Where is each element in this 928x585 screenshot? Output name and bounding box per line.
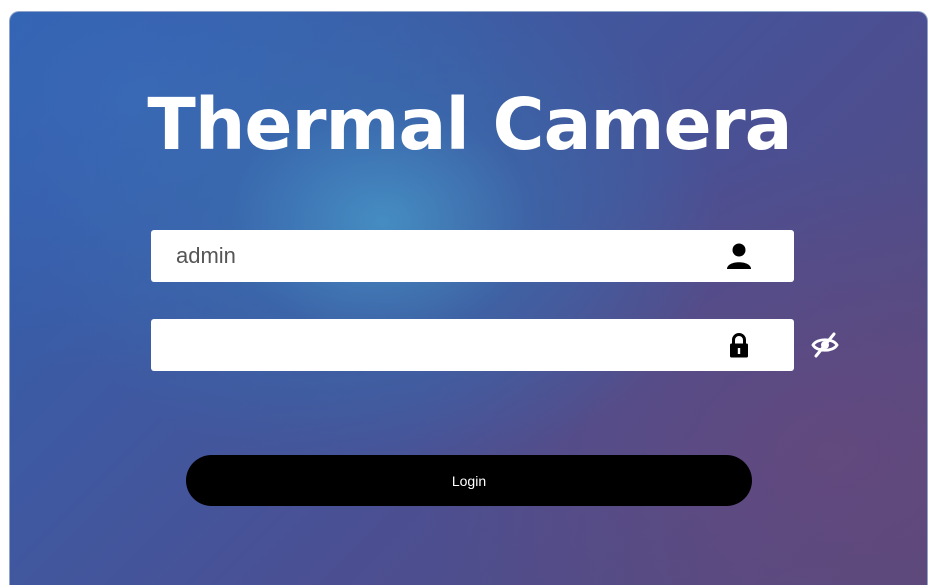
username-input[interactable] xyxy=(151,230,711,282)
login-button[interactable]: Login xyxy=(186,455,752,506)
username-field xyxy=(151,230,794,282)
password-input[interactable] xyxy=(151,319,711,371)
lock-icon xyxy=(730,333,748,358)
login-panel: Thermal Camera Login xyxy=(9,11,928,585)
password-field xyxy=(151,319,794,371)
page-title: Thermal Camera xyxy=(147,83,792,166)
eye-slash-icon[interactable] xyxy=(810,330,840,360)
user-icon xyxy=(727,243,751,269)
